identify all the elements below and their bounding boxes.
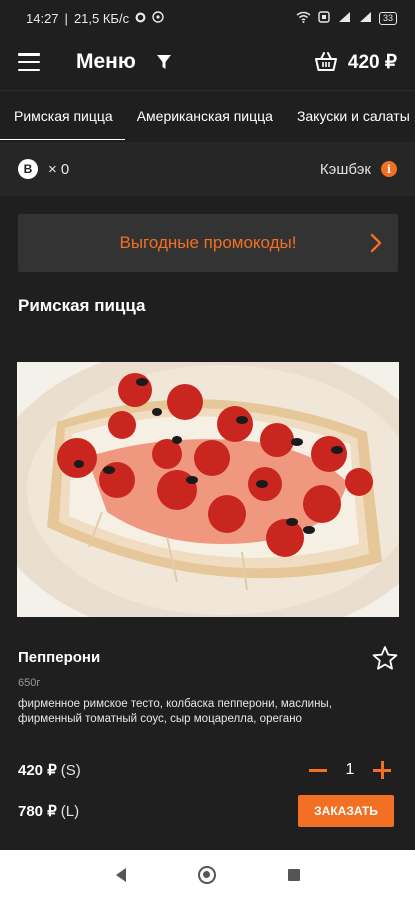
cart-button[interactable]: 420 ₽ (314, 51, 397, 74)
promo-codes-banner[interactable]: Выгодные промокоды! (18, 214, 398, 272)
bonus-icon: B (18, 159, 38, 179)
price-large-value: 780 ₽ (18, 803, 57, 820)
size-large: (L) (60, 803, 80, 820)
product-image[interactable] (17, 362, 399, 617)
bonus-count: × 0 (48, 160, 70, 178)
signal-icon-1 (337, 11, 351, 26)
home-icon[interactable] (197, 866, 216, 884)
wifi-icon (296, 11, 311, 26)
info-icon: i (381, 161, 397, 177)
status-time: 14:27 (26, 10, 59, 26)
promo-label: Выгодные промокоды! (119, 233, 297, 252)
increment-button[interactable] (372, 760, 392, 780)
status-bar: 14:27 | 21,5 КБ/с 33 (0, 0, 415, 36)
size-small: (S) (60, 762, 81, 779)
page-title: Меню (76, 50, 136, 73)
cashback-label: Кэшбэк (319, 160, 371, 178)
cashback-button[interactable]: Кэшбэк i (320, 161, 397, 178)
signal-icon-2 (358, 11, 372, 26)
nfc-icon (318, 10, 330, 26)
battery-icon: 33 (378, 11, 397, 25)
status-separator: | (64, 10, 68, 26)
price-small: 420 ₽ (S) (18, 761, 81, 779)
price-large: 780 ₽ (L) (18, 802, 79, 820)
order-button[interactable]: ЗАКАЗАТЬ (298, 795, 394, 827)
menu-icon[interactable] (18, 53, 40, 71)
category-tabs: Римская пицца Американская пицца Закуски… (0, 90, 415, 140)
settings-icon (135, 11, 146, 26)
app-bar: Меню 420 ₽ (0, 36, 415, 88)
star-icon[interactable] (372, 645, 398, 671)
filter-icon[interactable] (156, 54, 172, 70)
system-nav-bar (0, 850, 415, 900)
back-icon[interactable] (115, 868, 126, 882)
section-title: Римская пицца (18, 296, 146, 315)
tab-american-pizza[interactable]: Американская пицца (125, 91, 285, 140)
tab-snacks-salads[interactable]: Закуски и салаты (285, 91, 415, 140)
cart-total: 420 ₽ (347, 51, 397, 73)
whatsapp-icon (152, 10, 164, 26)
product-weight: 650г (18, 677, 41, 689)
quantity-stepper: 1 (308, 757, 392, 783)
recent-apps-icon[interactable] (287, 869, 300, 881)
product-name: Пепперони (18, 649, 101, 666)
chevron-right-icon (370, 233, 382, 253)
basket-icon (314, 52, 337, 71)
decrement-button[interactable] (308, 760, 328, 780)
tab-roman-pizza[interactable]: Римская пицца (0, 91, 125, 140)
quantity-value: 1 (345, 761, 355, 778)
product-description: фирменное римское тесто, колбаска пеппер… (18, 698, 332, 725)
price-small-value: 420 ₽ (18, 762, 57, 779)
bonus-bar: B × 0 Кэшбэк i (0, 142, 415, 196)
status-speed: 21,5 КБ/с (73, 10, 130, 26)
